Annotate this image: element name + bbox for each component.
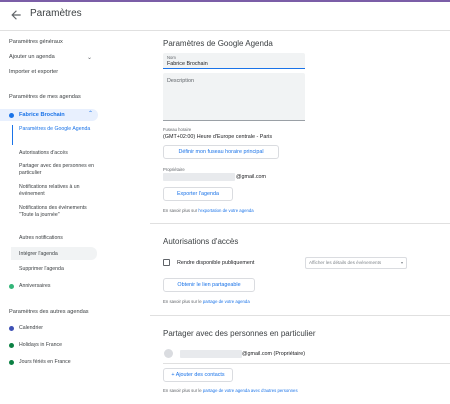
top-bar: Paramètres [0, 0, 450, 31]
sidebar-sub-allday-notifications[interactable]: Notifications des événements "Toute la j… [19, 205, 99, 219]
description-placeholder: Description [167, 78, 194, 84]
sidebar-sub-share[interactable]: Partager avec des personnes en particuli… [19, 163, 99, 177]
public-checkbox[interactable] [163, 259, 170, 266]
export-hint-text: En savoir plus sur [163, 208, 199, 213]
sidebar-item-add-calendar[interactable]: Ajouter un agenda [0, 54, 150, 61]
calendrier-color-dot [9, 326, 14, 331]
row-divider [163, 363, 450, 364]
name-field[interactable]: Nom Fabrice Brochain [163, 53, 305, 69]
sidebar-item-import-export[interactable]: Importer et exporter [0, 69, 150, 76]
description-field[interactable]: Description [163, 73, 305, 121]
add-people-button[interactable]: + Ajouter des contacts [163, 368, 233, 382]
shareable-link-button[interactable]: Obtenir le lien partageable [163, 278, 255, 292]
export-calendar-button[interactable]: Exporter l'agenda [163, 187, 233, 201]
sidebar-sub-settings[interactable]: Paramètres de Google Agenda [19, 126, 99, 133]
sidebar-item-jours-feries[interactable]: Jours fériés en France [19, 359, 99, 366]
redacted-user [180, 350, 242, 358]
sidebar-item-holidays[interactable]: Holidays in France [19, 342, 99, 349]
calendar-color-dot [9, 112, 14, 118]
page-title: Paramètres [30, 8, 82, 19]
people-hint-link[interactable]: partage de votre agenda avec d'autres pe… [203, 388, 298, 393]
active-indicator [12, 125, 13, 145]
export-hint-link[interactable]: l'exportation de votre agenda [198, 208, 253, 213]
section-divider [150, 315, 450, 316]
sidebar-sub-other-notifications[interactable]: Autres notifications [19, 235, 99, 242]
public-detail-select-value: Afficher les détails des événements [309, 260, 382, 265]
people-section-title: Partager avec des personnes en particuli… [163, 329, 316, 338]
sidebar-item-anniversaires[interactable]: Anniversaires [19, 283, 99, 290]
sidebar-sub-delete[interactable]: Supprimer l'agenda [19, 266, 99, 273]
section-divider [150, 223, 450, 224]
jours-feries-color-dot [9, 360, 14, 365]
redacted-owner [163, 173, 235, 181]
anniversaires-color-dot [9, 284, 14, 289]
export-hint: En savoir plus sur l'exportation de votr… [163, 208, 254, 213]
public-detail-select[interactable]: Afficher les détails des événements ▾ [305, 257, 407, 269]
holidays-color-dot [9, 343, 14, 348]
sidebar-item-label: Ajouter un agenda [9, 54, 55, 60]
sidebar-sub-integrate[interactable]: Intégrer l'agenda [19, 251, 99, 258]
timezone-value: (GMT+02:00) Heure d'Europe centrale - Pa… [163, 134, 273, 140]
owner-email: @gmail.com [236, 174, 267, 180]
owner-entry: @gmail.com (Propriétaire) [242, 351, 305, 357]
share-hint-link[interactable]: partage de votre agenda [203, 299, 250, 304]
share-hint-text: En savoir plus sur le [163, 299, 203, 304]
my-calendars-heading: Paramètres de mes agendas [9, 94, 81, 100]
avatar [164, 349, 173, 358]
dropdown-arrow-icon: ▾ [400, 260, 403, 265]
chevron-up-icon[interactable]: ⌃ [88, 110, 93, 117]
chevron-down-icon[interactable]: ⌄ [87, 54, 92, 61]
sidebar-sub-event-notifications[interactable]: Notifications relatives à un événement [19, 184, 99, 198]
main-content: Paramètres de Google Agenda Nom Fabrice … [150, 32, 450, 404]
other-calendars-heading: Paramètres des autres agendas [9, 309, 89, 315]
back-arrow-icon[interactable] [9, 8, 23, 22]
sidebar-sub-access[interactable]: Autorisations d'accès [19, 150, 99, 157]
sidebar-item-selected-calendar[interactable]: Fabrice Brochain ⌃ [0, 109, 98, 121]
set-timezone-button[interactable]: Définir mon fuseau horaire principal [163, 145, 279, 159]
sidebar: Paramètres généraux Ajouter un agenda ⌄ … [0, 32, 150, 404]
people-hint: En savoir plus sur le partage de votre a… [163, 388, 298, 393]
share-hint: En savoir plus sur le partage de votre a… [163, 299, 250, 304]
access-section-title: Autorisations d'accès [163, 237, 239, 246]
name-field-value: Fabrice Brochain [167, 61, 208, 67]
sidebar-item-calendrier[interactable]: Calendrier [19, 325, 99, 332]
name-field-label: Nom [167, 55, 176, 60]
selected-calendar-name: Fabrice Brochain [19, 111, 65, 118]
public-label: Rendre disponible publiquement [177, 260, 255, 266]
timezone-label: Fuseau horaire [163, 127, 192, 132]
people-hint-text: En savoir plus sur le [163, 388, 203, 393]
settings-section-title: Paramètres de Google Agenda [163, 39, 273, 48]
owner-label: Propriétaire [163, 167, 185, 172]
accent-bar [0, 0, 450, 2]
sidebar-item-general[interactable]: Paramètres généraux [0, 39, 150, 46]
